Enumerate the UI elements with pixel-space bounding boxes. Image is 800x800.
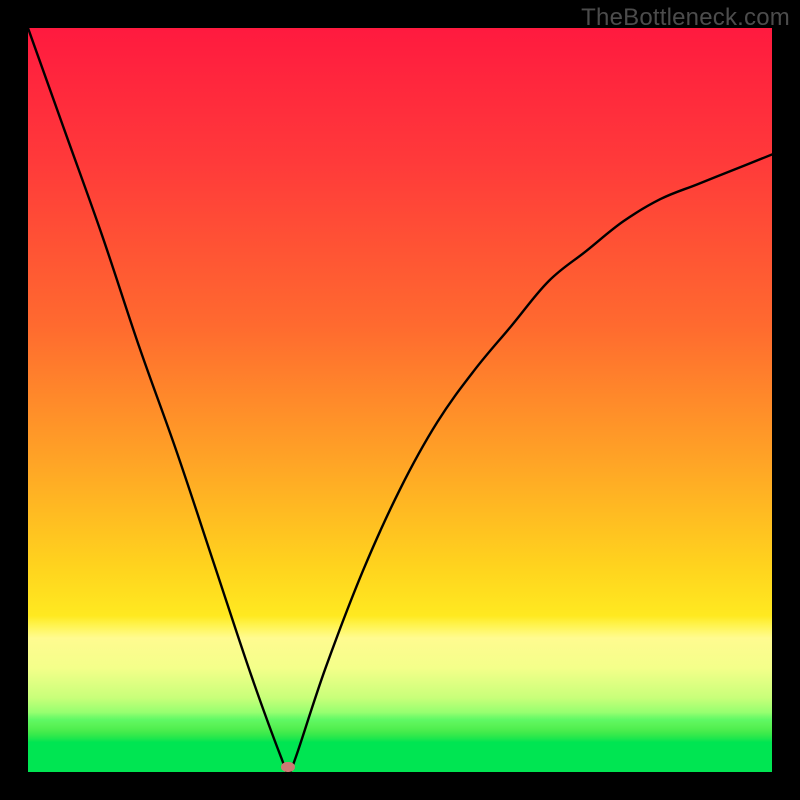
- optimal-point-marker: [281, 762, 295, 772]
- chart-frame: TheBottleneck.com: [0, 0, 800, 800]
- bottleneck-curve: [28, 28, 772, 772]
- plot-area: [28, 28, 772, 772]
